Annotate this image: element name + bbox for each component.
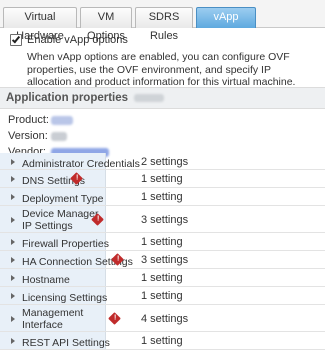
- version-label: Version:: [8, 130, 48, 142]
- expand-arrow-icon[interactable]: [11, 216, 15, 223]
- expand-arrow-icon[interactable]: [11, 275, 15, 281]
- settings-row-count: 1 setting: [141, 173, 183, 185]
- enable-vapp-label[interactable]: Enable vApp options: [27, 34, 128, 46]
- application-properties-header: Application properties: [0, 87, 325, 109]
- settings-row-count: 4 settings: [141, 312, 189, 325]
- settings-row-count: 1 setting: [141, 191, 183, 203]
- settings-row-count: 1 setting: [141, 236, 183, 248]
- product-field: Product:: [8, 114, 73, 126]
- expand-arrow-icon[interactable]: [11, 257, 15, 263]
- product-label: Product:: [8, 114, 49, 126]
- version-field: Version:: [8, 130, 67, 142]
- settings-row-count: 2 settings: [141, 155, 189, 168]
- settings-row[interactable]: Administrator Credentials 2 settings: [0, 153, 325, 170]
- settings-row[interactable]: Licensing Settings 1 setting: [0, 287, 325, 305]
- settings-row-count: 1 setting: [141, 290, 183, 302]
- tab-virtual-hardware[interactable]: Virtual Hardware: [3, 7, 77, 42]
- settings-row[interactable]: DNS Settings! 1 setting: [0, 170, 325, 188]
- expand-arrow-icon[interactable]: [11, 194, 15, 200]
- settings-row-label: Firewall Properties: [22, 238, 109, 250]
- enable-vapp-checkbox[interactable]: [10, 34, 22, 46]
- expand-arrow-icon[interactable]: [11, 158, 15, 165]
- expand-arrow-icon[interactable]: [11, 338, 15, 344]
- tab-bar: Virtual Hardware VM Options SDRS Rules v…: [0, 0, 325, 42]
- settings-row[interactable]: Device Manager IP Settings! 3 settings: [0, 206, 325, 233]
- settings-row-count: 1 setting: [141, 272, 183, 284]
- expand-arrow-icon[interactable]: [11, 293, 15, 299]
- vapp-description: When vApp options are enabled, you can c…: [27, 51, 296, 88]
- expand-arrow-icon[interactable]: [11, 315, 15, 322]
- settings-row-count: 1 setting: [141, 335, 183, 347]
- settings-row-label: REST API Settings: [22, 337, 110, 349]
- settings-row-label: Device Manager IP Settings: [22, 208, 99, 232]
- expand-arrow-icon[interactable]: [11, 239, 15, 245]
- settings-row-count: 3 settings: [141, 213, 189, 226]
- expand-arrow-icon[interactable]: [11, 176, 15, 182]
- product-value-redacted[interactable]: [51, 116, 73, 125]
- settings-row[interactable]: Deployment Type 1 setting: [0, 188, 325, 206]
- settings-row[interactable]: Firewall Properties 1 setting: [0, 233, 325, 251]
- settings-row-label: Licensing Settings: [22, 292, 108, 304]
- warning-icon: !: [108, 311, 121, 325]
- tab-vm-options[interactable]: VM Options: [80, 7, 132, 42]
- settings-row-label: Hostname: [22, 274, 70, 286]
- settings-row-count: 3 settings: [141, 254, 189, 266]
- version-value-redacted: [51, 132, 67, 141]
- settings-row-label: Administrator Credentials: [22, 158, 140, 170]
- settings-row[interactable]: HA Connection Settings! 3 settings: [0, 251, 325, 269]
- checkmark-icon: [11, 34, 21, 44]
- application-properties-title: Application properties: [6, 92, 165, 104]
- settings-row[interactable]: REST API Settings 1 setting: [0, 332, 325, 350]
- settings-row[interactable]: Management Interface Settings!4 settings: [0, 305, 325, 343]
- redacted-value: [134, 93, 165, 102]
- tab-vapp-options[interactable]: vApp Options: [196, 7, 256, 42]
- tab-sdrs-rules[interactable]: SDRS Rules: [135, 7, 193, 42]
- settings-row[interactable]: Hostname 1 setting: [0, 269, 325, 287]
- settings-row-label: Deployment Type: [22, 193, 104, 205]
